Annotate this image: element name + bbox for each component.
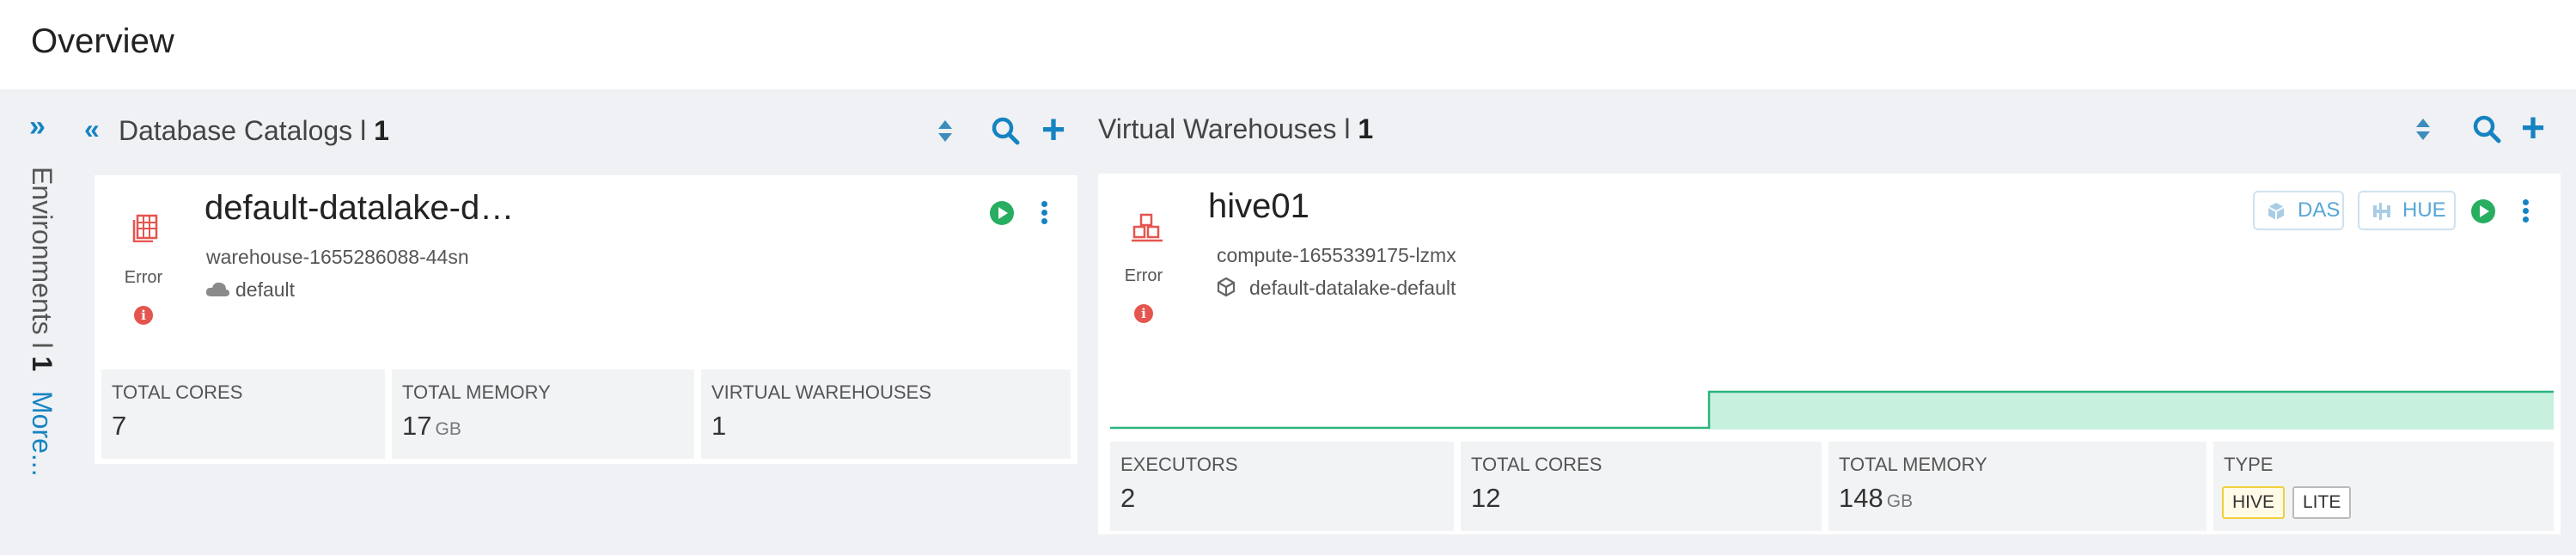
stat-value: 7 [112,411,127,441]
warehouse-stat-executors: EXECUTORS 2 [1110,442,1454,531]
stat-label: TYPE [2224,454,2274,475]
warehouses-header-label: Virtual Warehouses l [1098,113,1358,144]
warehouse-menu-icon[interactable] [2523,199,2530,223]
catalog-warehouse-id: warehouse-1655286088-44sn [206,246,469,268]
activity-chart-area [1709,392,2554,430]
das-button[interactable]: DAS [2253,191,2344,230]
stat-label: VIRTUAL WAREHOUSES [711,381,931,403]
warehouse-status-text: Error [1124,266,1163,285]
catalog-cube-icon [1217,277,1236,297]
catalog-environment: default [235,278,296,301]
warehouse-error-icon[interactable]: i [1134,304,1153,323]
catalog-start-button[interactable] [990,201,1014,225]
catalog-stat-virtual-warehouses: VIRTUAL WAREHOUSES 1 [701,369,1071,459]
more-link[interactable]: More... [26,391,58,477]
stat-value: 17 GB [402,411,461,441]
environments-count: 1 [27,356,58,372]
catalog-status-text: Error [124,268,163,287]
database-catalog-icon [132,214,158,242]
stat-label: EXECUTORS [1120,454,1238,475]
catalog-stat-total-memory: TOTAL MEMORY 17 GB [392,369,694,459]
warehouses-add-button[interactable]: + [2521,108,2545,149]
activity-chart [1110,390,2554,430]
warehouse-stat-total-memory: TOTAL MEMORY 148 GB [1828,442,2207,531]
type-badge-hive: HIVE [2222,486,2286,519]
catalogs-search-icon[interactable] [990,115,1021,146]
warehouse-stat-total-cores: TOTAL CORES 12 [1461,442,1822,531]
stat-label: TOTAL MEMORY [1839,454,1987,475]
catalogs-add-button[interactable]: + [1041,110,1065,151]
das-icon [2268,203,2285,220]
virtual-warehouse-icon [1132,213,1163,242]
warehouses-search-icon[interactable] [2471,113,2502,144]
warehouse-card[interactable]: Error i hive01 compute-1655339175-lzmx d… [1098,174,2561,534]
stat-value: 1 [711,411,727,441]
collapse-icon[interactable]: « [84,113,100,145]
page-title: Overview [31,22,174,60]
warehouses-sort-icon[interactable] [2414,119,2430,143]
stat-label: TOTAL CORES [112,381,243,403]
catalog-menu-icon[interactable] [1041,201,1048,225]
warehouses-count: 1 [1358,113,1374,144]
stat-value: 148 GB [1839,483,1914,513]
catalogs-header: Database Catalogs l 1 [119,115,389,147]
warehouse-stat-type: TYPE HIVE LITE [2213,442,2554,531]
stat-label: TOTAL MEMORY [402,381,551,403]
stat-value: 12 [1471,483,1501,513]
catalog-title[interactable]: default-datalake-d… [204,189,514,228]
page-header: Overview [0,0,2576,89]
hue-button[interactable]: HUE [2358,191,2456,230]
expand-rail-icon[interactable]: » [29,110,46,143]
catalog-error-icon[interactable]: i [134,306,153,325]
type-badge-lite: LITE [2292,486,2352,519]
catalogs-header-label: Database Catalogs l [119,115,375,146]
environments-label: Environments l [27,167,58,357]
catalog-stat-total-cores: TOTAL CORES 7 [101,369,385,459]
stat-label: TOTAL CORES [1471,454,1602,475]
hue-icon [2373,203,2390,220]
das-label: DAS [2298,198,2341,222]
warehouse-catalog: default-datalake-default [1249,277,1456,299]
warehouses-header: Virtual Warehouses l 1 [1098,113,1373,145]
stat-unit: GB [1886,491,1914,511]
warehouse-start-button[interactable] [2471,199,2495,223]
warehouse-title[interactable]: hive01 [1208,187,1309,226]
warehouse-compute-id: compute-1655339175-lzmx [1217,244,1456,266]
catalogs-count: 1 [374,115,389,146]
stat-value: 2 [1120,483,1136,513]
stat-unit: GB [435,419,461,439]
hue-label: HUE [2402,198,2446,222]
environments-rail-label[interactable]: Environments l 1 [26,167,58,371]
catalog-card[interactable]: Error i default-datalake-d… warehouse-16… [95,175,1077,464]
catalogs-sort-icon[interactable] [937,120,952,144]
cloud-icon [205,282,229,296]
